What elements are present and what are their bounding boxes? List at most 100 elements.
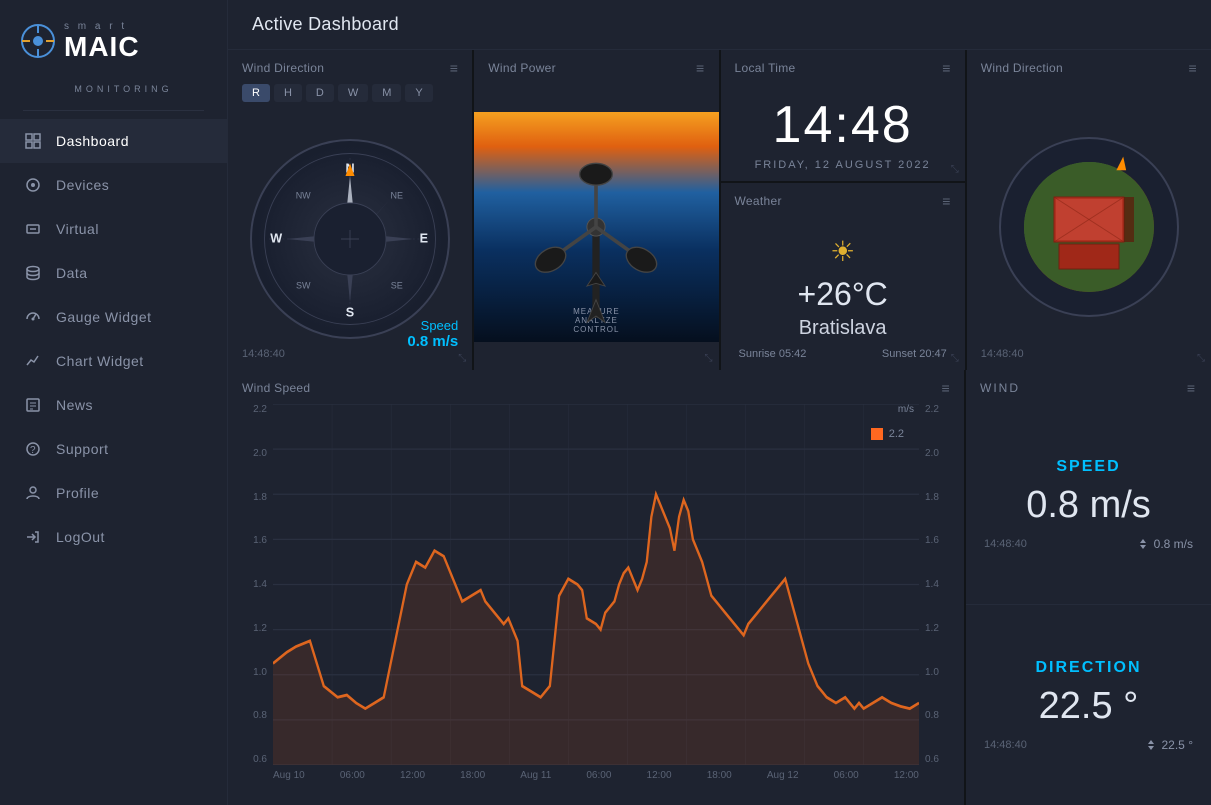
- resize-handle[interactable]: ⤡: [458, 353, 466, 364]
- local-time-widget: Local Time ≡ 14:48 FRIDAY, 12 AUGUST 202…: [721, 50, 965, 181]
- wind-direction-widget-1: Wind Direction ≡ R H D W M Y: [228, 50, 472, 370]
- sidebar-item-data[interactable]: Data: [0, 251, 227, 295]
- local-time-header: Local Time ≡: [721, 50, 965, 84]
- sunrise-value: Sunrise 05:42: [739, 348, 807, 360]
- speed-row: 14:48:40 0.8 m/s: [980, 537, 1197, 551]
- logo-large-text: MAIC: [64, 33, 140, 61]
- wind-power-title: Wind Power: [488, 61, 556, 75]
- weather-header: Weather ≡: [721, 183, 965, 217]
- y-axis-right: 2.2 2.0 1.8 1.6 1.4 1.2 1.0 0.8 0.6: [919, 404, 964, 765]
- sidebar-item-support[interactable]: ? Support: [0, 427, 227, 471]
- sidebar-logout-label: LogOut: [56, 529, 105, 545]
- chart-icon: [24, 352, 42, 370]
- weather-content: ☀ +26°C Bratislava Sunrise 05:42 Sunset …: [721, 217, 965, 370]
- widget-menu-icon[interactable]: ≡: [450, 60, 458, 76]
- news-icon: [24, 396, 42, 414]
- sidebar-virtual-label: Virtual: [56, 221, 99, 237]
- wind-power-header: Wind Power ≡: [474, 50, 718, 84]
- wind-direction-2-timestamp: 14:48:40: [981, 348, 1024, 360]
- wd2-menu[interactable]: ≡: [1189, 60, 1197, 76]
- sidebar-item-chart-widget[interactable]: Chart Widget: [0, 339, 227, 383]
- speed-large-value: 0.8 m/s: [1026, 484, 1151, 527]
- wind-speed-chart-widget: Wind Speed ≡ m/s 2.2 2.2 2.0 1.8 1.: [228, 370, 964, 805]
- wind-direction-1-header: Wind Direction ≡: [228, 50, 472, 84]
- resize-handle-2[interactable]: ⤡: [705, 353, 713, 364]
- svg-text:?: ?: [30, 445, 36, 456]
- speed-text: Speed: [407, 318, 458, 333]
- wind-power-menu[interactable]: ≡: [696, 60, 704, 76]
- weather-menu[interactable]: ≡: [942, 193, 950, 209]
- filter-r[interactable]: R: [242, 84, 270, 102]
- speed-label-cyan: SPEED: [1056, 458, 1120, 476]
- speed-label: Speed 0.8 m/s: [407, 318, 458, 350]
- wind-direction-1-timestamp: 14:48:40: [242, 348, 285, 360]
- virtual-icon: [24, 220, 42, 238]
- svg-text:NW: NW: [296, 191, 311, 201]
- wind-direction-2-title: Wind Direction: [981, 61, 1063, 75]
- wind-power-widget: Wind Power ≡: [474, 50, 718, 370]
- wind-speed-title: Wind Speed: [242, 381, 310, 395]
- resize-time[interactable]: ⤡: [951, 164, 959, 175]
- weather-title: Weather: [735, 194, 782, 208]
- sidebar-item-news[interactable]: News: [0, 383, 227, 427]
- direction-row: 14:48:40 22.5 °: [980, 738, 1197, 752]
- top-widget-grid: Wind Direction ≡ R H D W M Y: [228, 50, 1211, 370]
- data-icon: [24, 264, 42, 282]
- page-header: Active Dashboard: [228, 0, 1211, 50]
- sidebar-gauge-label: Gauge Widget: [56, 309, 152, 325]
- svg-text:E: E: [420, 232, 428, 246]
- sidebar-dashboard-label: Dashboard: [56, 133, 129, 149]
- direction-row-val: 22.5 °: [1144, 738, 1194, 752]
- y-axis-left: 2.2 2.0 1.8 1.6 1.4 1.2 1.0 0.8 0.6: [228, 404, 273, 765]
- filter-w[interactable]: W: [338, 84, 368, 102]
- filter-y[interactable]: Y: [405, 84, 432, 102]
- dashboard-icon: [24, 132, 42, 150]
- wind-direction-1-title: Wind Direction: [242, 61, 324, 75]
- sidebar-profile-label: Profile: [56, 485, 99, 501]
- svg-text:S: S: [346, 305, 354, 319]
- sidebar: s m a r t MAIC MONITORING Dashboard Devi…: [0, 0, 228, 805]
- svg-text:SE: SE: [391, 281, 403, 291]
- x-axis: Aug 10 06:00 12:00 18:00 Aug 11 06:00 12…: [273, 770, 919, 805]
- sunrise-sunset: Sunrise 05:42 Sunset 20:47: [735, 348, 951, 360]
- sidebar-item-dashboard[interactable]: Dashboard: [0, 119, 227, 163]
- sidebar-divider: [23, 110, 205, 111]
- aerial-needle-svg: [1001, 139, 1177, 315]
- speed-delta: 0.8 m/s: [1154, 537, 1193, 551]
- wind-direction-2-content: 14:48:40: [967, 84, 1211, 370]
- sidebar-news-label: News: [56, 397, 93, 413]
- wind-power-content: MEASUREANALYZECONTROL: [474, 84, 718, 370]
- local-time-menu[interactable]: ≡: [942, 60, 950, 76]
- compass-ring: N S E W NE SE SW NW: [250, 139, 450, 339]
- direction-label-cyan: DIRECTION: [1036, 659, 1142, 677]
- sidebar-item-profile[interactable]: Profile: [0, 471, 227, 515]
- sidebar-data-label: Data: [56, 265, 88, 281]
- speed-row-time: 14:48:40: [984, 538, 1027, 550]
- devices-icon: [24, 176, 42, 194]
- wind-speed-menu[interactable]: ≡: [942, 380, 950, 396]
- direction-row-time: 14:48:40: [984, 739, 1027, 751]
- sidebar-item-virtual[interactable]: Virtual: [0, 207, 227, 251]
- time-value: 14:48: [773, 95, 913, 155]
- direction-delta: 22.5 °: [1162, 738, 1194, 752]
- svg-text:SW: SW: [296, 281, 311, 291]
- filter-m[interactable]: M: [372, 84, 401, 102]
- resize-wd2[interactable]: ⤡: [1197, 353, 1205, 364]
- bottom-widget-grid: Wind Speed ≡ m/s 2.2 2.2 2.0 1.8 1.: [228, 370, 1211, 805]
- main-content: Active Dashboard Wind Direction ≡ R H D …: [228, 0, 1211, 805]
- filter-d[interactable]: D: [306, 84, 334, 102]
- resize-weather[interactable]: ⤡: [951, 353, 959, 364]
- wind-direction-2-header: Wind Direction ≡: [967, 50, 1211, 84]
- city-name: Bratislava: [735, 317, 951, 340]
- sidebar-item-logout[interactable]: LogOut: [0, 515, 227, 559]
- sidebar-item-devices[interactable]: Devices: [0, 163, 227, 207]
- speed-row-val: 0.8 m/s: [1136, 537, 1193, 551]
- filter-h[interactable]: H: [274, 84, 302, 102]
- time-filter-bar: R H D W M Y: [228, 84, 472, 108]
- profile-icon: [24, 484, 42, 502]
- wind-panel-menu[interactable]: ≡: [1187, 380, 1197, 396]
- sidebar-item-gauge-widget[interactable]: Gauge Widget: [0, 295, 227, 339]
- logo-area: s m a r t MAIC: [0, 10, 227, 76]
- sidebar-devices-label: Devices: [56, 177, 109, 193]
- sun-icon: ☀: [735, 235, 951, 268]
